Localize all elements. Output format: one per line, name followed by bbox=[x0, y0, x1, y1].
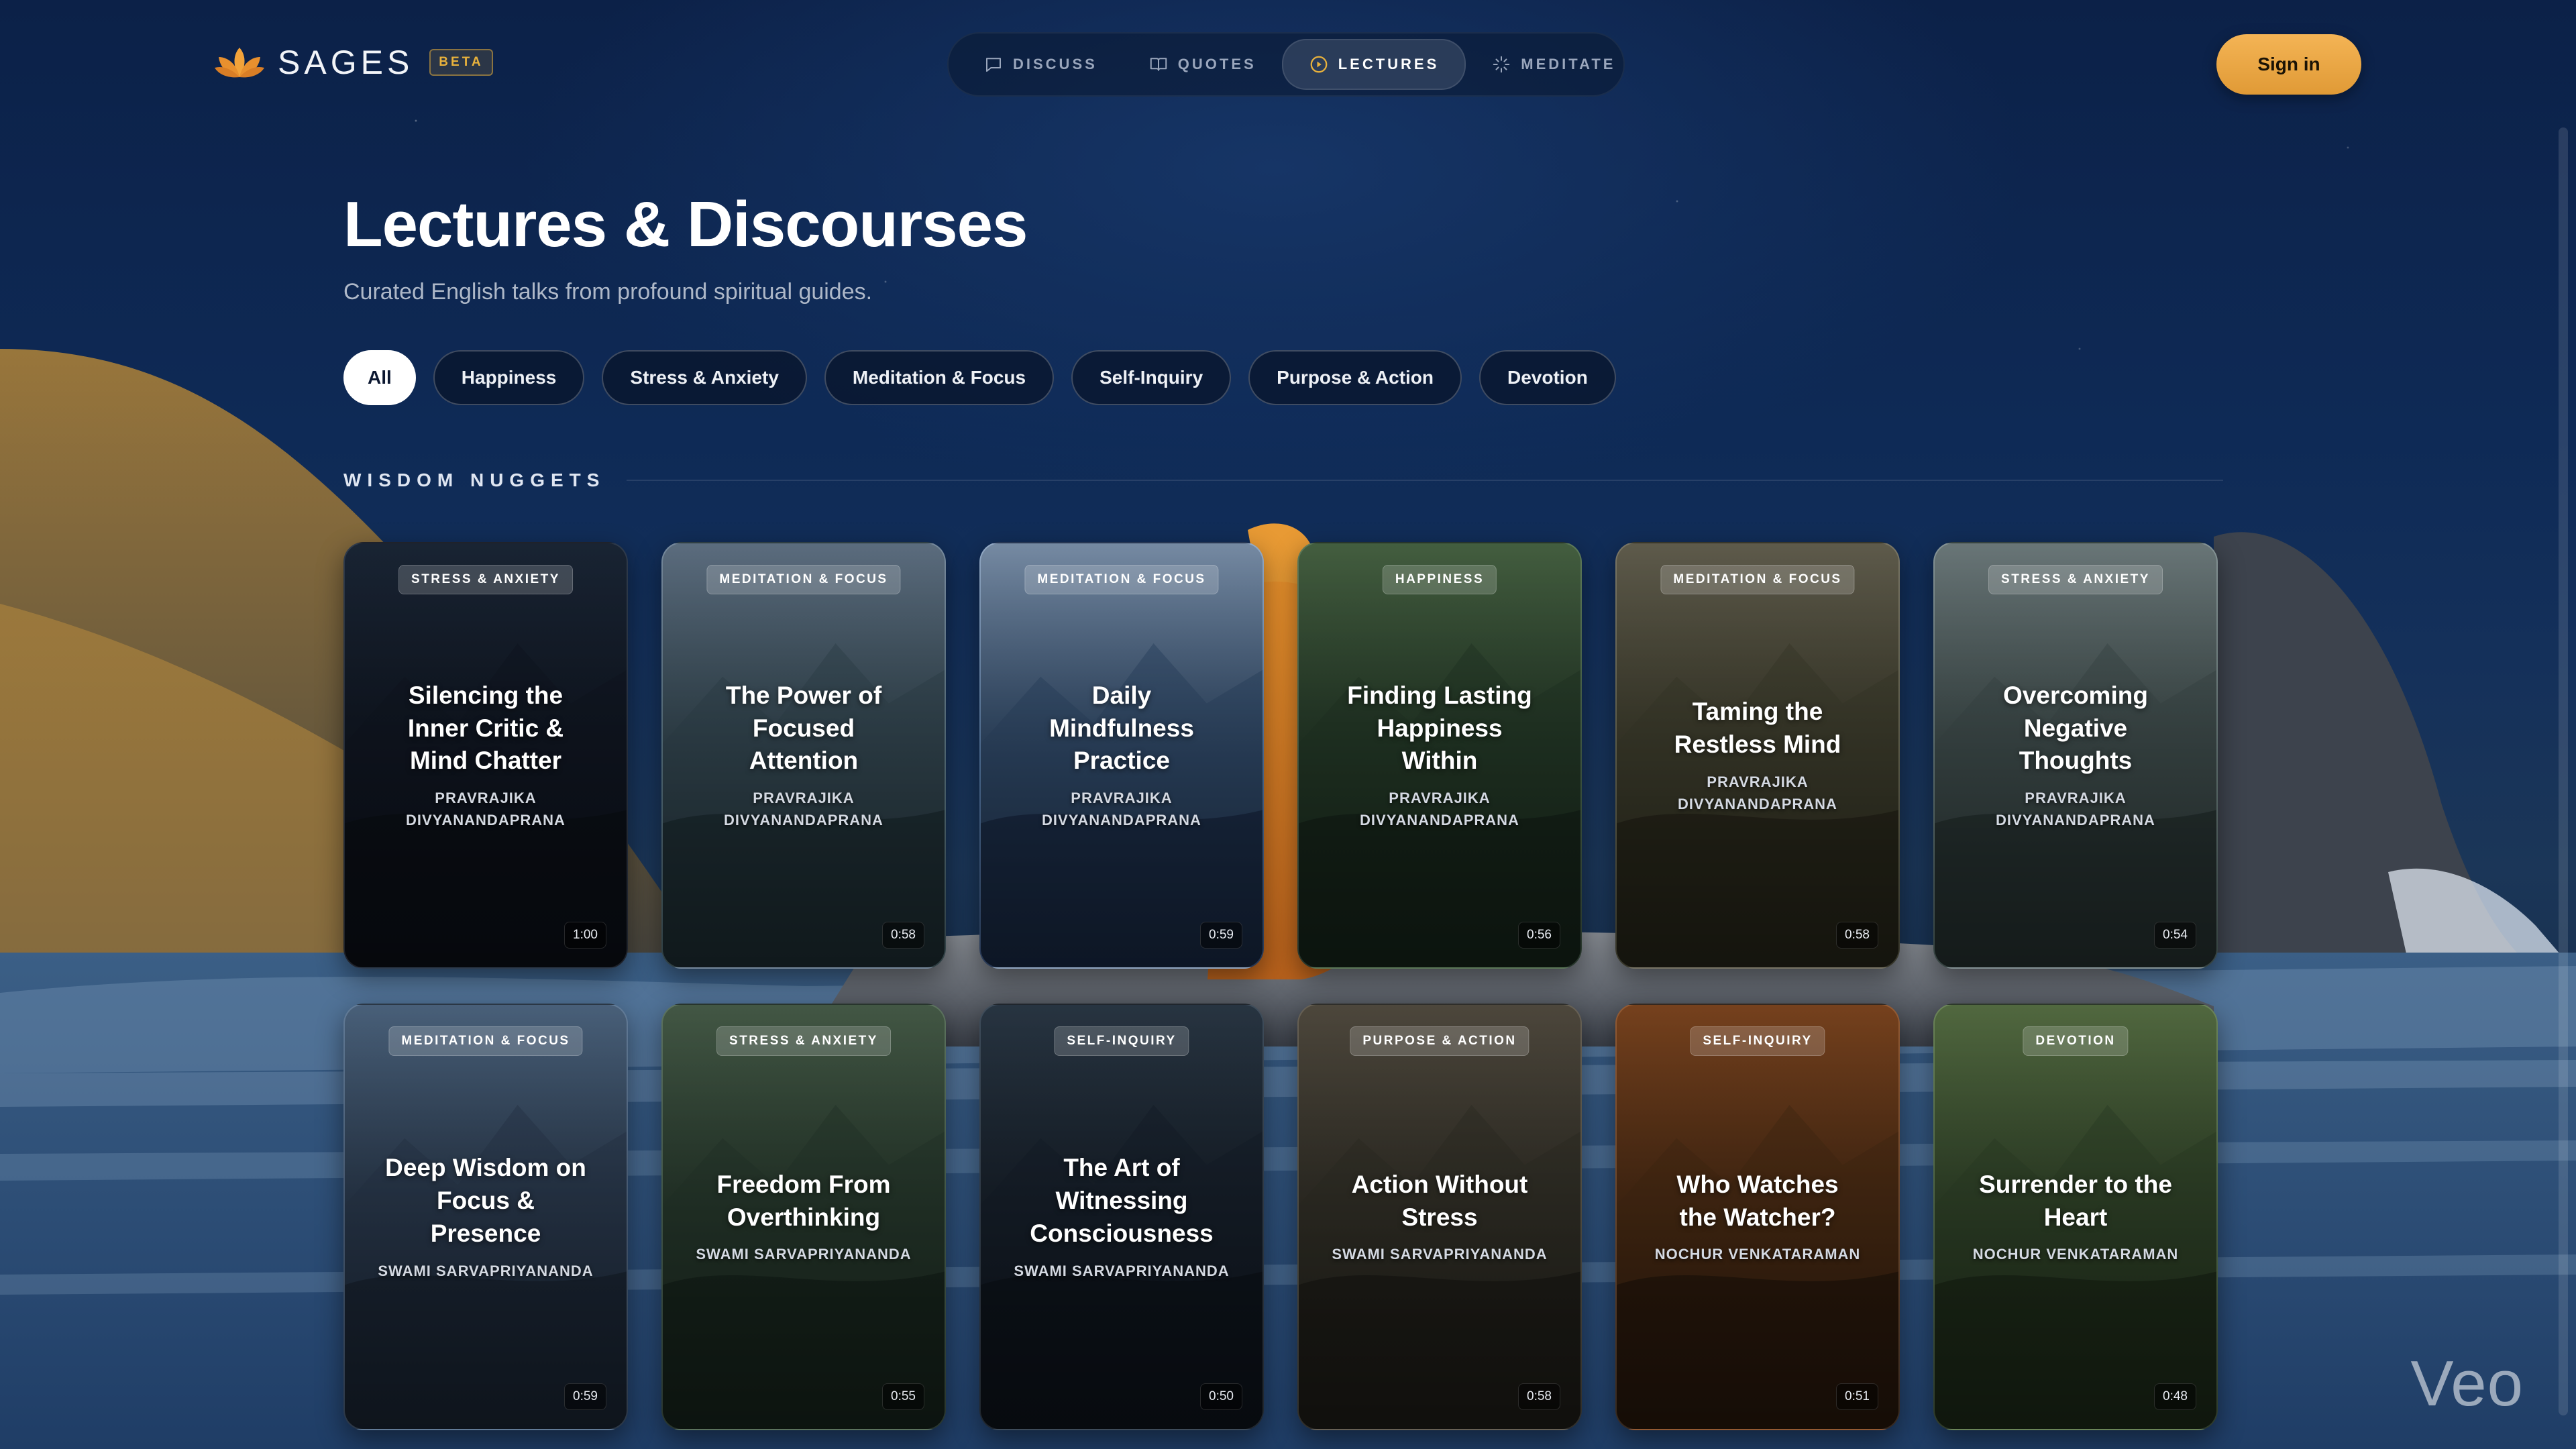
page-header: Lectures & Discourses Curated English ta… bbox=[343, 188, 1028, 305]
card-title: Freedom From Overthinking bbox=[716, 1170, 891, 1231]
lotus-icon bbox=[215, 48, 264, 78]
book-open-icon bbox=[1150, 58, 1167, 71]
chat-bubble-icon bbox=[986, 58, 1001, 72]
nav-quotes[interactable]: QUOTES bbox=[1123, 40, 1282, 89]
filter-self-inquiry[interactable]: Self-Inquiry bbox=[1071, 350, 1232, 405]
filter-meditation-focus[interactable]: Meditation & Focus bbox=[824, 350, 1055, 405]
nav-meditate-label: MEDITATE bbox=[1521, 56, 1616, 72]
top-header: SAGES BETA DISCUSS QUOTES LECTURES MEDIT… bbox=[0, 0, 2576, 134]
card-author: SWAMI SARVAPRIYANANDA bbox=[696, 1246, 912, 1263]
card-duration: 1:00 bbox=[564, 922, 606, 949]
card-author: NOCHUR VENKATARAMAN bbox=[1654, 1246, 1861, 1263]
card-duration: 0:55 bbox=[882, 1383, 924, 1410]
card-duration: 0:50 bbox=[1200, 1383, 1242, 1410]
sign-in-button[interactable]: Sign in bbox=[2216, 34, 2361, 95]
card-title: Finding Lasting Happiness Within bbox=[1347, 681, 1532, 775]
page-scrollbar[interactable] bbox=[2559, 127, 2568, 1415]
brand-logo[interactable]: SAGES BETA bbox=[213, 43, 493, 82]
card-author: PRAVRAJIKA DIVYANANDAPRANA bbox=[724, 790, 883, 829]
card-duration: 0:51 bbox=[1836, 1383, 1878, 1410]
card-author: SWAMI SARVAPRIYANANDA bbox=[1014, 1262, 1230, 1279]
filter-happiness[interactable]: Happiness bbox=[433, 350, 585, 405]
nav-lectures[interactable]: LECTURES bbox=[1281, 39, 1466, 90]
card-author: SWAMI SARVAPRIYANANDA bbox=[378, 1262, 594, 1279]
nav-quotes-label: QUOTES bbox=[1177, 56, 1256, 72]
card-author: PRAVRAJIKA DIVYANANDAPRANA bbox=[1678, 773, 1837, 812]
lecture-card[interactable]: HAPPINESS Finding Lasting Happiness With… bbox=[1297, 542, 1582, 969]
card-duration: 0:58 bbox=[882, 922, 924, 949]
card-duration: 0:59 bbox=[1200, 922, 1242, 949]
card-author: PRAVRAJIKA DIVYANANDAPRANA bbox=[1360, 790, 1519, 829]
card-duration: 0:56 bbox=[1518, 922, 1560, 949]
card-duration: 0:54 bbox=[2154, 922, 2196, 949]
brand-name: SAGES bbox=[278, 44, 414, 81]
card-author: SWAMI SARVAPRIYANANDA bbox=[1332, 1246, 1548, 1263]
lecture-card[interactable]: SELF-INQUIRY The Art of Witnessing Consc… bbox=[979, 1004, 1264, 1430]
lecture-grid: STRESS & ANXIETY Silencing the Inner Cri… bbox=[343, 542, 2218, 1430]
card-author: PRAVRAJIKA DIVYANANDAPRANA bbox=[406, 790, 566, 829]
card-title: Daily Mindfulness Practice bbox=[1049, 681, 1194, 775]
page-title: Lectures & Discourses bbox=[343, 189, 1028, 260]
lecture-card[interactable]: MEDITATION & FOCUS Deep Wisdom on Focus … bbox=[343, 1004, 628, 1430]
lecture-card[interactable]: MEDITATION & FOCUS The Power of Focused … bbox=[661, 542, 946, 969]
card-author: PRAVRAJIKA DIVYANANDAPRANA bbox=[1996, 790, 2155, 829]
filter-stress-anxiety[interactable]: Stress & Anxiety bbox=[602, 350, 807, 405]
lecture-card[interactable]: MEDITATION & FOCUS Daily Mindfulness Pra… bbox=[979, 542, 1264, 969]
card-title: Deep Wisdom on Focus & Presence bbox=[385, 1154, 586, 1247]
lecture-card[interactable]: DEVOTION Surrender to the Heart NOCHUR V… bbox=[1933, 1004, 2218, 1430]
card-duration: 0:59 bbox=[564, 1383, 606, 1410]
lecture-card[interactable]: STRESS & ANXIETY Silencing the Inner Cri… bbox=[343, 542, 628, 969]
filter-all[interactable]: All bbox=[343, 350, 416, 405]
play-circle-icon bbox=[1310, 56, 1328, 73]
lecture-card[interactable]: STRESS & ANXIETY Freedom From Overthinki… bbox=[661, 1004, 946, 1430]
card-title: The Power of Focused Attention bbox=[725, 681, 882, 775]
lecture-card[interactable]: SELF-INQUIRY Who Watches the Watcher? NO… bbox=[1615, 1004, 1900, 1430]
page-subtitle: Curated English talks from profound spir… bbox=[343, 279, 873, 305]
section-divider bbox=[627, 480, 2223, 481]
beta-badge: BETA bbox=[429, 49, 493, 76]
card-title: Taming the Restless Mind bbox=[1674, 698, 1841, 758]
card-title: The Art of Witnessing Consciousness bbox=[1030, 1154, 1214, 1247]
lecture-card[interactable]: PURPOSE & ACTION Action Without Stress S… bbox=[1297, 1004, 1582, 1430]
card-title: Action Without Stress bbox=[1351, 1170, 1528, 1231]
category-filters: All Happiness Stress & Anxiety Meditatio… bbox=[343, 350, 1616, 405]
card-title: Silencing the Inner Critic & Mind Chatte… bbox=[407, 681, 564, 775]
card-duration: 0:58 bbox=[1836, 922, 1878, 949]
veo-watermark: Veo bbox=[2410, 1348, 2524, 1419]
filter-devotion[interactable]: Devotion bbox=[1479, 350, 1616, 405]
nav-meditate[interactable]: MEDITATE bbox=[1466, 40, 1641, 89]
card-duration: 0:58 bbox=[1518, 1383, 1560, 1410]
lecture-card[interactable]: MEDITATION & FOCUS Taming the Restless M… bbox=[1615, 542, 1900, 969]
section-header: WISDOM NUGGETS bbox=[343, 470, 2223, 491]
card-title: Surrender to the Heart bbox=[1979, 1170, 2172, 1231]
card-author: PRAVRAJIKA DIVYANANDAPRANA bbox=[1042, 790, 1201, 829]
sparkle-icon bbox=[1493, 56, 1510, 73]
main-nav: DISCUSS QUOTES LECTURES MEDITATE bbox=[947, 32, 1625, 97]
nav-lectures-label: LECTURES bbox=[1338, 56, 1440, 72]
lecture-card[interactable]: STRESS & ANXIETY Overcoming Negative Tho… bbox=[1933, 542, 2218, 969]
card-author: NOCHUR VENKATARAMAN bbox=[1972, 1246, 2179, 1263]
card-title: Who Watches the Watcher? bbox=[1676, 1170, 1839, 1231]
section-title: WISDOM NUGGETS bbox=[343, 470, 606, 490]
nav-discuss[interactable]: DISCUSS bbox=[958, 40, 1123, 89]
card-title: Overcoming Negative Thoughts bbox=[2003, 681, 2148, 775]
nav-discuss-label: DISCUSS bbox=[1013, 56, 1097, 72]
card-duration: 0:48 bbox=[2154, 1383, 2196, 1410]
filter-purpose-action[interactable]: Purpose & Action bbox=[1248, 350, 1462, 405]
